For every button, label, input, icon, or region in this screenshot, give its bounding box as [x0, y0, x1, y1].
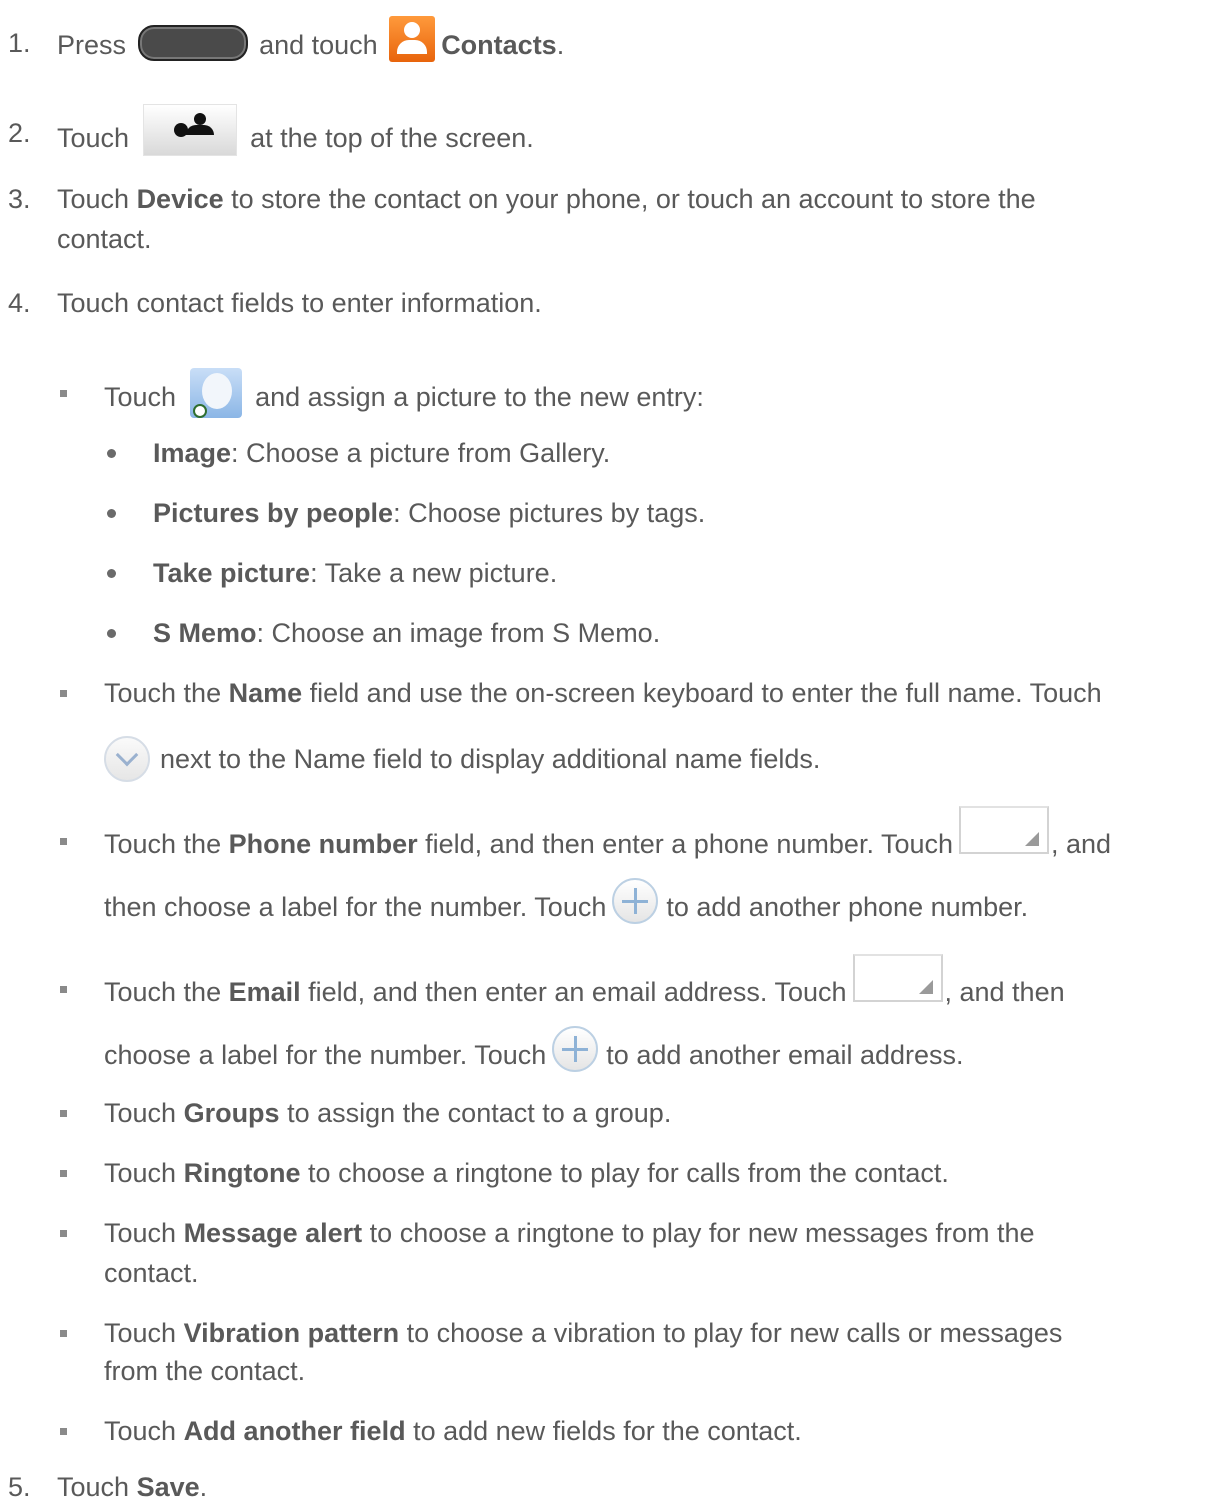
step-number: 4.: [8, 288, 31, 318]
home-key-icon: [137, 25, 248, 61]
contacts-app-icon: [389, 16, 436, 62]
chevron-down-icon: [104, 736, 150, 782]
plus-circle-icon: [552, 1026, 599, 1072]
bullet-marker: [60, 390, 67, 397]
step-text: Press: [57, 30, 127, 61]
dropdown-icon: [959, 806, 1050, 854]
add-contact-icon: [142, 104, 237, 156]
step-number: 5.: [8, 1472, 31, 1502]
step-text: and touch: [259, 30, 378, 61]
contacts-label: Contacts: [441, 30, 557, 61]
plus-circle-icon: [612, 878, 659, 924]
contact-picture-icon: [189, 368, 242, 418]
step-number: 3.: [8, 184, 31, 214]
dropdown-icon: [852, 954, 943, 1002]
step-number: 1.: [8, 28, 31, 58]
step-number: 2.: [8, 118, 31, 148]
